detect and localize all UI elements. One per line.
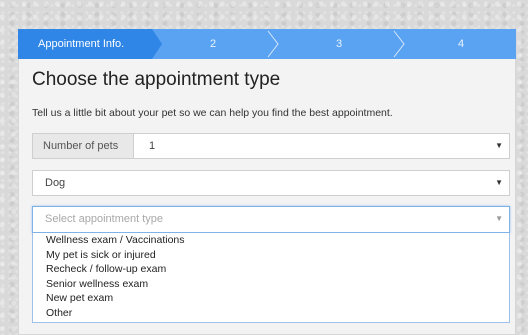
species-select[interactable]: Dog ▼: [32, 170, 510, 196]
intro-text: Tell us a little bit about your pet so w…: [32, 107, 393, 119]
species-value: Dog: [45, 177, 66, 189]
caret-down-icon: ▼: [495, 141, 503, 150]
chevron-right-icon: [267, 30, 279, 58]
dropdown-option[interactable]: My pet is sick or injured: [33, 248, 509, 263]
step-1-appointment-info[interactable]: Appointment Info.: [18, 29, 152, 59]
step-3-label: 3: [336, 38, 343, 50]
chevron-right-icon: [393, 30, 405, 58]
step-4[interactable]: 4: [458, 29, 464, 59]
dropdown-option[interactable]: Other: [33, 306, 509, 321]
number-of-pets-value: 1: [149, 140, 156, 152]
caret-down-icon: ▼: [495, 214, 503, 223]
step-1-label: Appointment Info.: [38, 38, 125, 50]
appointment-type-select[interactable]: Select appointment type ▼: [32, 206, 510, 233]
dropdown-option[interactable]: Wellness exam / Vaccinations: [33, 233, 509, 248]
page-title: Choose the appointment type: [32, 69, 281, 90]
number-of-pets-label: Number of pets: [33, 134, 134, 158]
caret-down-icon: ▼: [495, 178, 503, 187]
step-3[interactable]: 3: [336, 29, 342, 59]
dropdown-option[interactable]: New pet exam: [33, 291, 509, 306]
step-4-label: 4: [458, 38, 465, 50]
step-1-arrow: [152, 29, 162, 59]
dropdown-option[interactable]: Recheck / follow-up exam: [33, 262, 509, 277]
number-of-pets-select[interactable]: Number of pets 1 ▼: [32, 133, 510, 159]
appointment-type-dropdown: Wellness exam / Vaccinations My pet is s…: [32, 233, 510, 323]
step-progress-bar: Appointment Info. 2 3 4: [18, 29, 516, 59]
step-2[interactable]: 2: [210, 29, 216, 59]
step-2-label: 2: [210, 38, 217, 50]
dropdown-option[interactable]: Senior wellness exam: [33, 277, 509, 292]
appointment-type-placeholder: Select appointment type: [45, 213, 164, 225]
